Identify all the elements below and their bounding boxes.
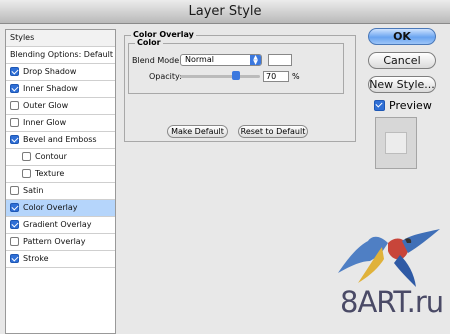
window-title: Layer Style	[188, 4, 262, 19]
sidebar-checkbox[interactable]	[10, 118, 19, 127]
sidebar-item-label: Pattern Overlay	[23, 237, 86, 246]
blend-mode-label: Blend Mode:	[132, 56, 182, 65]
styles-header: Styles	[6, 30, 115, 47]
make-default-button[interactable]: Make Default	[167, 125, 228, 138]
sidebar-item-label: Inner Glow	[23, 118, 67, 127]
cancel-button[interactable]: Cancel	[368, 52, 436, 69]
sidebar-item-label: Drop Shadow	[23, 67, 77, 76]
sidebar-item-bevel-and-emboss[interactable]: Bevel and Emboss	[6, 132, 115, 149]
sidebar-checkbox[interactable]	[10, 203, 19, 212]
sidebar-item-label: Outer Glow	[23, 101, 69, 110]
preview-checkbox[interactable]	[374, 100, 385, 111]
sidebar-item-drop-shadow[interactable]: Drop Shadow	[6, 64, 115, 81]
sidebar-item-label: Contour	[35, 152, 67, 161]
sidebar-item-label: Satin	[23, 186, 44, 195]
sidebar-item-inner-glow[interactable]: Inner Glow	[6, 115, 115, 132]
select-arrows-icon: ▲ ▼	[250, 55, 261, 66]
sidebar-checkbox[interactable]	[10, 254, 19, 263]
color-group: Color	[128, 38, 344, 94]
sidebar-checkbox[interactable]	[10, 220, 19, 229]
sidebar-checkbox[interactable]	[10, 186, 19, 195]
sidebar-item-label: Bevel and Emboss	[23, 135, 97, 144]
sidebar-item-color-overlay[interactable]: Color Overlay	[6, 200, 115, 217]
ok-button[interactable]: OK	[368, 28, 436, 45]
opacity-slider[interactable]	[180, 71, 260, 80]
sidebar-item-contour[interactable]: Contour	[6, 149, 115, 166]
sidebar-checkbox[interactable]	[10, 67, 19, 76]
reset-to-default-button[interactable]: Reset to Default	[238, 125, 308, 138]
style-preview-thumbnail	[375, 117, 417, 169]
sidebar-checkbox[interactable]	[10, 101, 19, 110]
color-overlay-panel: Color Overlay Color Blend Mode: Normal ▲…	[120, 29, 358, 334]
sidebar-item-stroke[interactable]: Stroke	[6, 251, 115, 268]
opacity-input[interactable]: 70	[263, 71, 289, 82]
sidebar-item-label: Gradient Overlay	[23, 220, 92, 229]
opacity-unit: %	[292, 72, 300, 81]
styles-list: Blending Options: Default Drop Shadow Inne…	[6, 47, 115, 268]
sidebar-item-texture[interactable]: Texture	[6, 166, 115, 183]
sidebar-item-label: Inner Shadow	[23, 84, 78, 93]
sidebar-checkbox[interactable]	[10, 135, 19, 144]
sidebar-item-outer-glow[interactable]: Outer Glow	[6, 98, 115, 115]
sidebar-item-inner-shadow[interactable]: Inner Shadow	[6, 81, 115, 98]
sidebar-item-label: Blending Options: Default	[10, 50, 114, 59]
sidebar-item-label: Texture	[35, 169, 65, 178]
sidebar-item-label: Color Overlay	[23, 203, 78, 212]
opacity-slider-thumb[interactable]	[232, 71, 240, 80]
sidebar-item-satin[interactable]: Satin	[6, 183, 115, 200]
blend-mode-select[interactable]: Normal ▲ ▼	[180, 54, 262, 66]
preview-label: Preview	[389, 99, 432, 112]
sidebar-item-pattern-overlay[interactable]: Pattern Overlay	[6, 234, 115, 251]
title-bar: Layer Style	[0, 0, 450, 24]
styles-sidebar: Styles Blending Options: Default Drop Sha…	[5, 29, 116, 334]
sidebar-checkbox[interactable]	[22, 169, 31, 178]
watermark-text: 8ART.ru	[340, 285, 444, 319]
sidebar-item-label: Stroke	[23, 254, 49, 263]
opacity-label: Opacity:	[149, 72, 182, 81]
color-group-title: Color	[135, 38, 163, 47]
preview-swatch	[385, 132, 407, 154]
blend-mode-value: Normal	[185, 55, 214, 64]
sidebar-checkbox[interactable]	[22, 152, 31, 161]
sidebar-checkbox[interactable]	[10, 84, 19, 93]
new-style-button[interactable]: New Style...	[368, 76, 436, 93]
overlay-color-swatch[interactable]	[268, 54, 292, 66]
sidebar-item-blending-options-default[interactable]: Blending Options: Default	[6, 47, 115, 64]
sidebar-checkbox[interactable]	[10, 237, 19, 246]
sidebar-item-gradient-overlay[interactable]: Gradient Overlay	[6, 217, 115, 234]
